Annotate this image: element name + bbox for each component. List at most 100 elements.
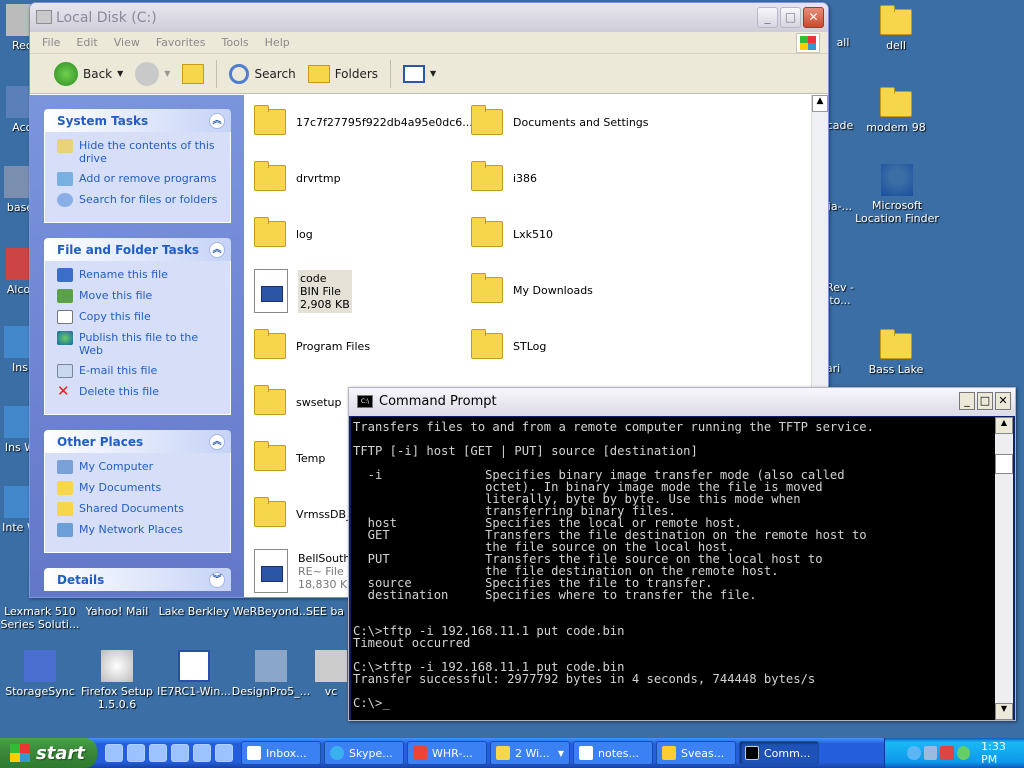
desktop-icon[interactable]: Yahoo! Mail [77, 605, 157, 618]
file-item[interactable]: My Downloads [471, 273, 593, 303]
file-name: Documents and Settings [513, 115, 649, 129]
task-label: Sveas... [681, 746, 725, 760]
task-publish[interactable]: Publish this file to the Web [57, 331, 222, 357]
desktop-icon-dell[interactable]: dell [856, 5, 936, 52]
task-sveas[interactable]: Sveas... [656, 741, 736, 765]
details-panel: Details ︾ [44, 568, 231, 591]
expand-icon[interactable]: ︾ [209, 572, 225, 588]
scroll-up-icon[interactable]: ▲ [812, 95, 828, 112]
maximize-button[interactable]: □ [977, 392, 993, 410]
task-whr[interactable]: WHR-... [407, 741, 487, 765]
panel-header[interactable]: File and Folder Tasks ︽ [44, 238, 231, 261]
desktop-icon[interactable]: Lexmark 510 Series Soluti... [0, 605, 80, 631]
task-inbox[interactable]: Inbox... [241, 741, 321, 765]
task-windows-group[interactable]: 2 Wi... ▼ [490, 741, 570, 765]
place-shared-documents[interactable]: Shared Documents [57, 502, 222, 516]
place-my-documents[interactable]: My Documents [57, 481, 222, 495]
panel-header[interactable]: System Tasks ︽ [44, 109, 231, 132]
menu-file[interactable]: File [34, 36, 68, 49]
file-item[interactable]: log [254, 217, 313, 247]
close-button[interactable]: ✕ [995, 392, 1011, 410]
task-command-prompt[interactable]: Comm... [739, 741, 819, 765]
quicklaunch-icon[interactable] [171, 744, 189, 762]
pin-icon [881, 164, 913, 196]
menu-edit[interactable]: Edit [68, 36, 105, 49]
menu-help[interactable]: Help [257, 36, 298, 49]
file-item[interactable]: Documents and Settings [471, 105, 649, 135]
menu-tools[interactable]: Tools [214, 36, 257, 49]
scroll-down-icon[interactable]: ▼ [995, 703, 1013, 720]
place-my-computer[interactable]: My Computer [57, 460, 222, 474]
desktop-icon-designpro[interactable]: DesignPro5_... [231, 650, 311, 698]
minimize-button[interactable]: _ [757, 7, 778, 28]
forward-button[interactable]: ▼ [131, 60, 174, 88]
file-item[interactable]: 17c7f27795f922db4a95e0dc6... [254, 105, 473, 135]
skype-icon[interactable] [956, 746, 971, 760]
network-error-icon[interactable] [940, 746, 954, 760]
command-prompt-window[interactable]: C:\ Command Prompt _ □ ✕ Transfers files… [348, 387, 1016, 721]
maximize-button[interactable]: □ [780, 7, 801, 28]
desktop-icon-location-finder[interactable]: Microsoft Location Finder [852, 164, 942, 225]
collapse-icon[interactable]: ︽ [209, 434, 225, 450]
folder-icon [471, 273, 503, 303]
media-icon[interactable] [215, 744, 233, 762]
scroll-up-icon[interactable]: ▲ [995, 417, 1013, 434]
desktop-icon[interactable]: WeRBeyond... [231, 605, 311, 618]
file-item[interactable]: Temp [254, 441, 325, 471]
desktop-icon-firefox[interactable]: Firefox Setup 1.5.0.6 [77, 650, 157, 711]
file-item-selected[interactable]: code BIN File 2,908 KB [254, 269, 352, 313]
back-button[interactable]: Back ▼ [50, 60, 127, 88]
panel-header[interactable]: Details ︾ [44, 568, 231, 591]
place-network[interactable]: My Network Places [57, 523, 222, 537]
quicklaunch-icon[interactable] [193, 744, 211, 762]
start-button[interactable]: start [0, 738, 97, 768]
task-hide-contents[interactable]: Hide the contents of this drive [57, 139, 222, 165]
file-item[interactable]: drvrtmp [254, 161, 341, 191]
task-copy[interactable]: Copy this file [57, 310, 222, 324]
desktop-icon-ie7[interactable]: IE7RC1-Win... [154, 650, 234, 698]
file-item[interactable]: Program Files [254, 329, 370, 359]
task-move[interactable]: Move this file [57, 289, 222, 303]
vertical-scrollbar[interactable]: ▲ ▼ [995, 417, 1013, 720]
desktop-icon-storagesync[interactable]: StorageSync [0, 650, 80, 698]
file-item[interactable]: swsetup [254, 385, 342, 415]
close-button[interactable]: ✕ [803, 7, 824, 28]
scroll-thumb[interactable] [995, 454, 1013, 474]
folders-button[interactable]: Folders [304, 63, 382, 85]
file-item[interactable]: VrmssDB_ [254, 497, 352, 527]
task-delete[interactable]: ✕ Delete this file [57, 384, 222, 399]
clock[interactable]: 1:33 PM [981, 740, 1024, 766]
title-bar[interactable]: C:\ Command Prompt _ □ ✕ [349, 388, 1015, 416]
desktop-icon-modem[interactable]: modem 98 [856, 87, 936, 134]
search-button[interactable]: Search [225, 62, 299, 86]
panel-header[interactable]: Other Places ︽ [44, 430, 231, 453]
desktop-icon-bass-lake[interactable]: Bass Lake [856, 329, 936, 376]
task-skype[interactable]: Skype... [324, 741, 404, 765]
collapse-icon[interactable]: ︽ [209, 242, 225, 258]
email-icon [57, 364, 73, 378]
task-add-remove[interactable]: Add or remove programs [57, 172, 222, 186]
desktop-icon[interactable]: Lake Berkley [154, 605, 234, 618]
collapse-icon[interactable]: ︽ [209, 113, 225, 129]
console-output[interactable]: Transfers files to and from a remote com… [351, 417, 995, 720]
file-item[interactable]: Lxk510 [471, 217, 553, 247]
task-search[interactable]: Search for files or folders [57, 193, 222, 207]
file-item[interactable]: i386 [471, 161, 537, 191]
network-icon[interactable] [923, 746, 938, 760]
desktop-icon[interactable]: SEE ba [300, 605, 350, 618]
menu-view[interactable]: View [106, 36, 148, 49]
title-bar[interactable]: Local Disk (C:) _ □ ✕ [30, 3, 828, 32]
ie-icon[interactable] [105, 744, 123, 762]
file-item[interactable]: STLog [471, 329, 546, 359]
file-item[interactable]: BellSouth RE~ File 18,830 KB [254, 549, 355, 593]
task-rename[interactable]: Rename this file [57, 268, 222, 282]
minimize-button[interactable]: _ [959, 392, 975, 410]
menu-favorites[interactable]: Favorites [148, 36, 214, 49]
quicklaunch-icon[interactable] [149, 744, 167, 762]
tray-arrow-icon[interactable] [907, 746, 921, 760]
task-notes[interactable]: notes... [573, 741, 653, 765]
task-email[interactable]: E-mail this file [57, 364, 222, 378]
up-button[interactable] [178, 62, 208, 86]
quicklaunch-icon[interactable] [127, 744, 145, 762]
views-button[interactable]: ▼ [399, 63, 440, 85]
